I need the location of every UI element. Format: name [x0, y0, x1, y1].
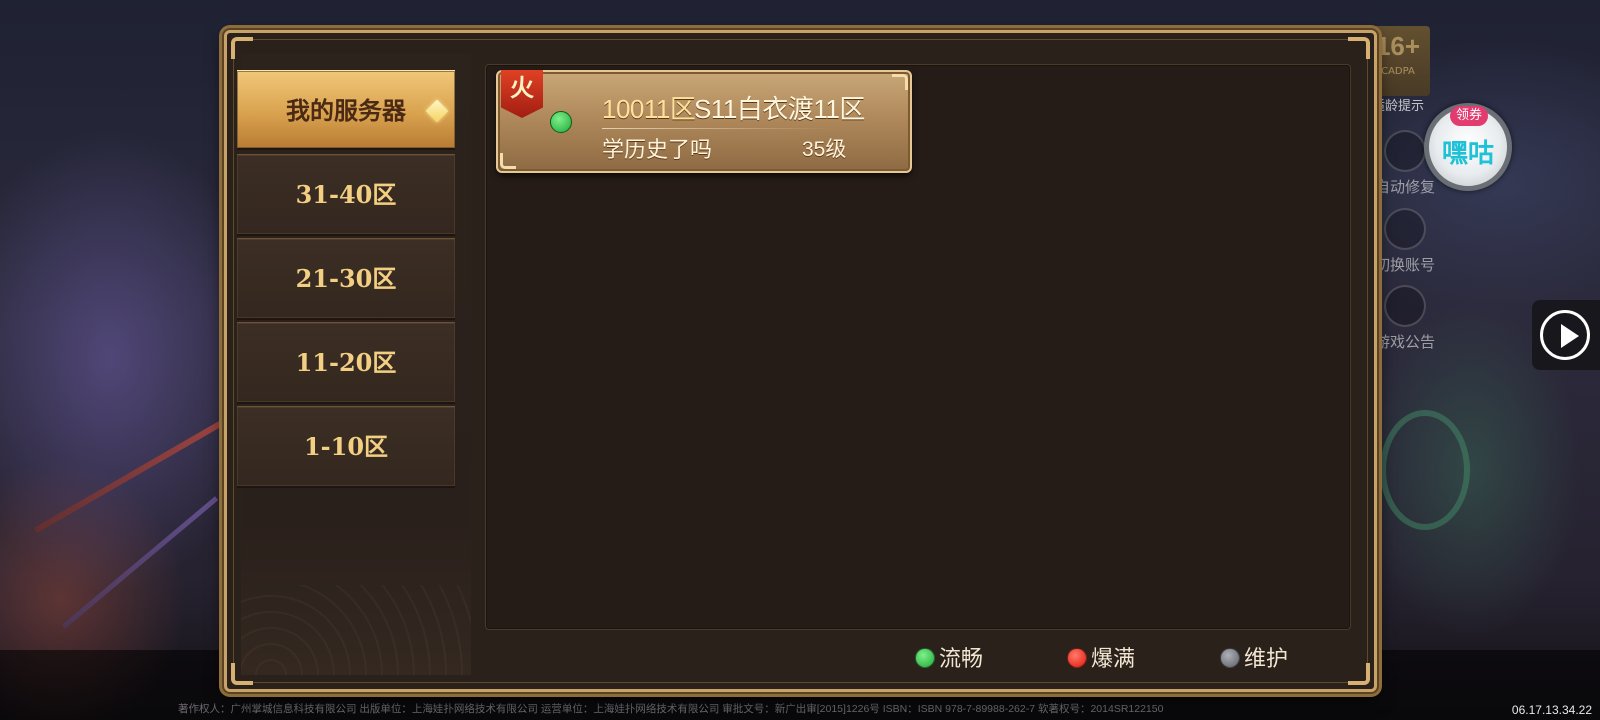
- game-notice-label: 游戏公告: [1374, 333, 1435, 351]
- timestamp: 06.17.13.34.22: [1511, 703, 1592, 717]
- server-zone-id: 10011区: [602, 94, 696, 124]
- diamond-icon: [425, 99, 449, 123]
- notice-board-icon: [1384, 285, 1426, 327]
- tab-label: 31-40区: [295, 180, 397, 209]
- coupon-brand-logo: 嘿咕: [1441, 139, 1494, 169]
- gray-dot-icon: [1220, 648, 1240, 668]
- server-name: S11白衣渡11区: [694, 94, 865, 124]
- tab-label: 11-20区: [295, 348, 397, 377]
- background-dragon-art: [1380, 410, 1470, 530]
- copyright-line: 著作权人：广州掌城信息科技有限公司 出版单位：上海娃扑网络技术有限公司 运营单位…: [178, 703, 1164, 715]
- server-status-dot: [550, 111, 572, 133]
- character-name: 学历史了吗: [602, 138, 713, 163]
- coupon-button[interactable]: 领券 嘿咕: [1424, 103, 1512, 191]
- card-divider: [602, 128, 832, 129]
- red-dot-icon: [1067, 648, 1087, 668]
- card-corner-ornament: [892, 74, 908, 90]
- play-icon: [1540, 310, 1590, 360]
- tab-label: 我的服务器: [286, 96, 406, 125]
- tab-label: 21-30区: [295, 264, 397, 293]
- tab-zone-11-20[interactable]: 11-20区: [237, 322, 455, 404]
- game-notice-button[interactable]: 游戏公告: [1370, 285, 1440, 352]
- user-icon: [1384, 208, 1426, 250]
- auto-repair-label: 自动修复: [1374, 178, 1435, 196]
- switch-account-label: 切换账号: [1374, 256, 1435, 274]
- hot-server-badge: 火: [501, 70, 543, 118]
- frame-corner-ornament: [1348, 37, 1370, 59]
- legend-full: 爆满: [1067, 645, 1135, 675]
- tab-zone-21-30[interactable]: 21-30区: [237, 238, 455, 320]
- frame-corner-ornament: [1348, 663, 1370, 685]
- server-card[interactable]: 火 10011区 S11白衣渡11区 学历史了吗 35级: [496, 70, 912, 173]
- switch-account-button[interactable]: 切换账号: [1370, 208, 1440, 275]
- legend-smooth: 流畅: [915, 645, 983, 675]
- wrench-icon: [1384, 130, 1426, 172]
- legend-full-label: 爆满: [1091, 647, 1136, 672]
- age-rating-label: 适龄提示: [1372, 99, 1425, 114]
- play-video-button[interactable]: [1532, 300, 1600, 370]
- legend-maintenance-label: 维护: [1244, 647, 1289, 672]
- tab-zone-31-40[interactable]: 31-40区: [237, 154, 455, 236]
- tab-zone-1-10[interactable]: 1-10区: [237, 406, 455, 488]
- green-dot-icon: [915, 648, 935, 668]
- legend-maintenance: 维护: [1220, 645, 1288, 675]
- tab-my-servers[interactable]: 我的服务器: [237, 70, 455, 150]
- coupon-tag: 领券: [1450, 106, 1489, 126]
- legend-smooth-label: 流畅: [939, 647, 984, 672]
- server-list-panel: 火 10011区 S11白衣渡11区 学历史了吗 35级: [485, 64, 1351, 630]
- character-level: 35级: [802, 138, 847, 161]
- tab-label: 1-10区: [303, 432, 389, 461]
- play-triangle: [1561, 324, 1579, 348]
- card-corner-ornament: [500, 153, 516, 169]
- sidebar-wave-pattern: [241, 585, 471, 675]
- server-select-dialog: 我的服务器 31-40区 21-30区 11-20区 1-10区 火 10011…: [224, 30, 1377, 692]
